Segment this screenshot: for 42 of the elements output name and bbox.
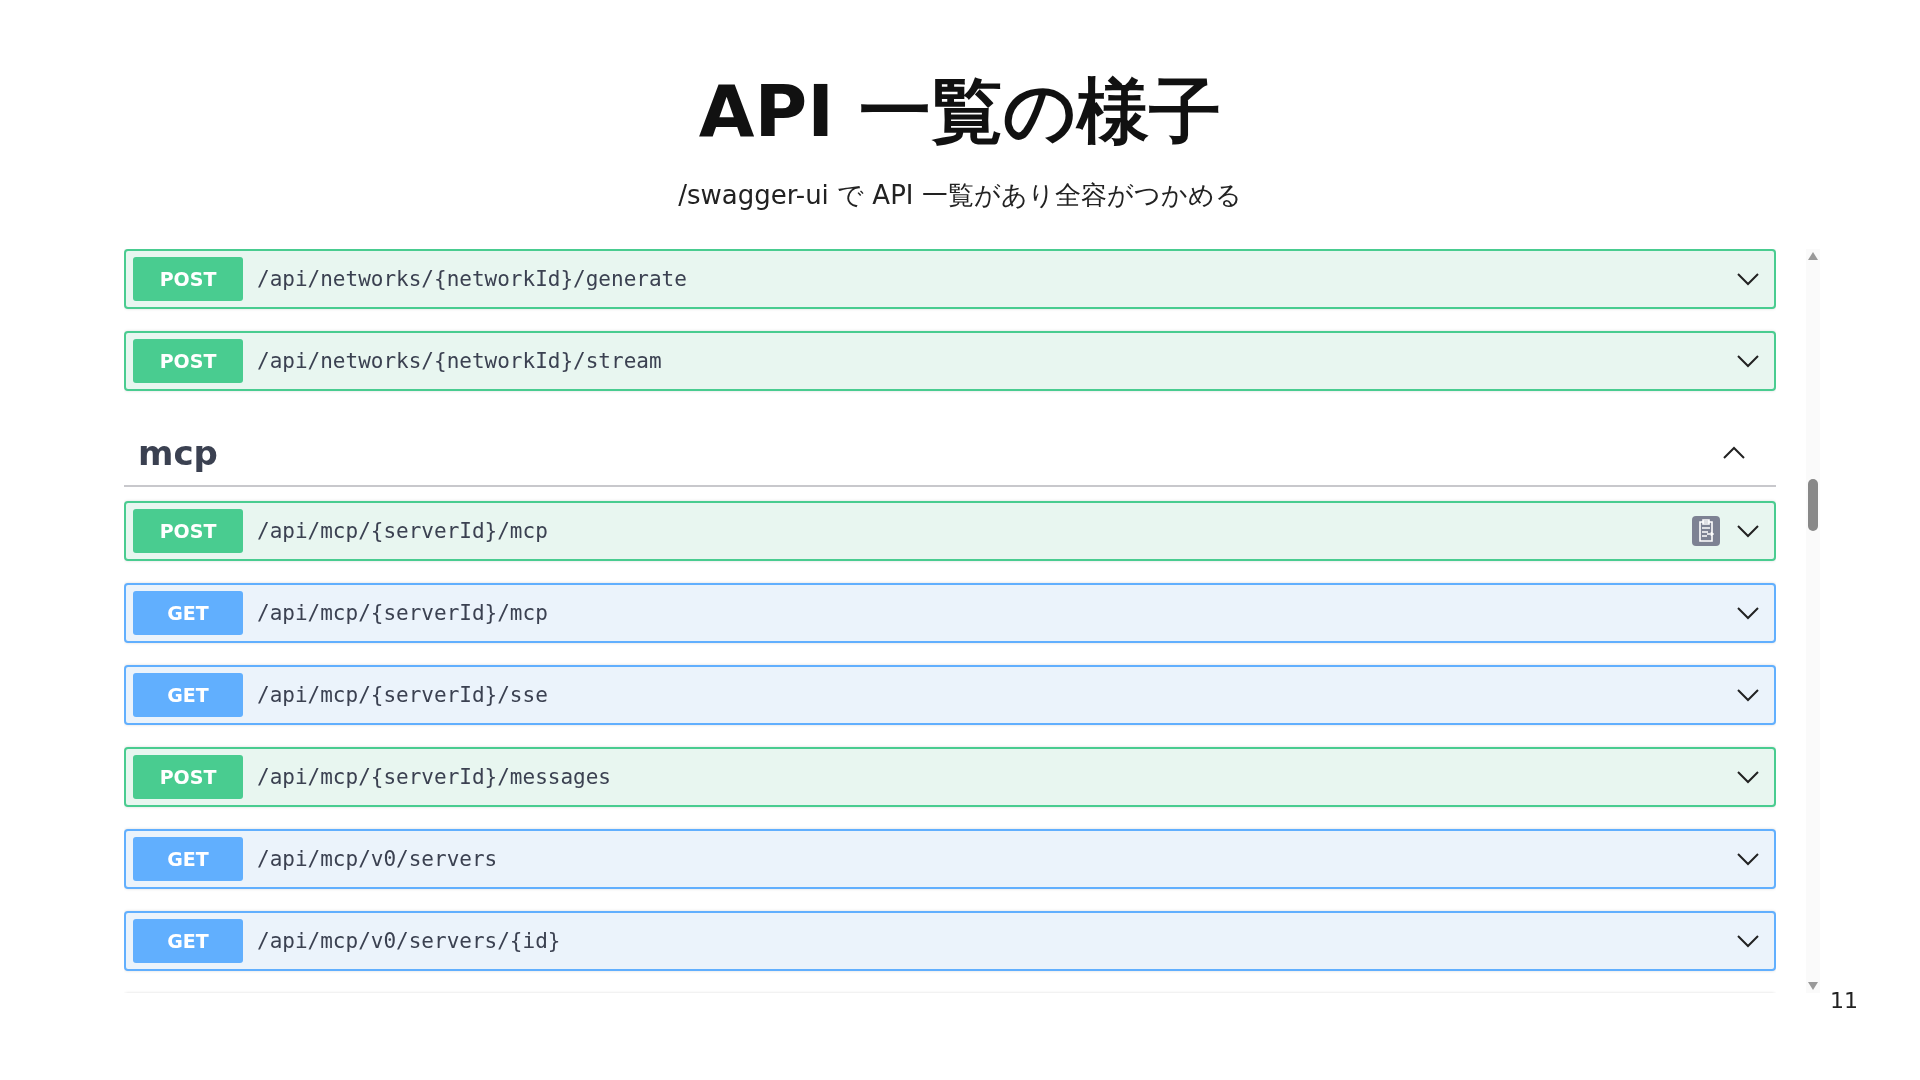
endpoint-path: /api/mcp/{serverId}/mcp — [257, 601, 549, 625]
slide-subtitle: /swagger-ui で API 一覧があり全容がつかめる — [678, 179, 1242, 212]
expand-chevron-icon[interactable] — [1736, 354, 1760, 368]
endpoint-path: /api/mcp/{serverId}/mcp — [257, 519, 549, 543]
method-badge: GET — [133, 919, 243, 963]
endpoint-path: /api/mcp/{serverId}/sse — [257, 683, 549, 707]
endpoint-row[interactable]: POST /api/mcp/{serverId}/messages — [124, 747, 1776, 807]
expand-chevron-icon[interactable] — [1736, 934, 1760, 948]
expand-chevron-icon[interactable] — [1736, 524, 1760, 538]
endpoint-path: /api/mcp/{serverId}/messages — [257, 765, 612, 789]
page-number: 11 — [1830, 988, 1858, 1013]
expand-chevron-icon[interactable] — [1736, 606, 1760, 620]
method-badge: GET — [133, 591, 243, 635]
method-badge: POST — [133, 257, 243, 301]
scroll-up-icon[interactable] — [1808, 252, 1818, 260]
method-badge: POST — [133, 755, 243, 799]
expand-chevron-icon[interactable] — [1736, 272, 1760, 286]
endpoint-path: /api/mcp/v0/servers/{id} — [257, 929, 562, 953]
endpoint-row[interactable]: POST /api/mcp/{serverId}/mcp — [124, 501, 1776, 561]
method-badge: GET — [133, 837, 243, 881]
endpoint-row[interactable]: GET /api/mcp/{serverId}/mcp — [124, 583, 1776, 643]
endpoint-row[interactable]: POST /api/networks/{networkId}/generate — [124, 249, 1776, 309]
endpoint-row[interactable]: GET /api/mcp/{serverId}/sse — [124, 665, 1776, 725]
slide-title: API 一覧の様子 — [698, 68, 1222, 155]
method-badge: POST — [133, 339, 243, 383]
expand-chevron-icon[interactable] — [1736, 688, 1760, 702]
scrollbar[interactable] — [1806, 249, 1820, 993]
endpoint-row[interactable]: GET /api/mcp/v0/servers — [124, 829, 1776, 889]
section-title[interactable]: mcp — [138, 433, 218, 473]
expand-chevron-icon[interactable] — [1736, 852, 1760, 866]
scroll-down-icon[interactable] — [1808, 982, 1818, 990]
scrollbar-thumb[interactable] — [1808, 479, 1818, 531]
endpoint-path: /api/networks/{networkId}/stream — [257, 349, 663, 373]
method-badge: GET — [133, 673, 243, 717]
method-badge: POST — [133, 509, 243, 553]
endpoint-path: /api/mcp/v0/servers — [257, 847, 499, 871]
endpoint-row[interactable]: POST /api/networks/{networkId}/stream — [124, 331, 1776, 391]
endpoint-row[interactable]: GET /api/mcp/v0/servers/{id} — [124, 911, 1776, 971]
endpoint-path: /api/networks/{networkId}/generate — [257, 267, 688, 291]
clipboard-icon[interactable] — [1692, 516, 1720, 546]
collapse-chevron-icon[interactable] — [1722, 446, 1746, 460]
expand-chevron-icon[interactable] — [1736, 770, 1760, 784]
